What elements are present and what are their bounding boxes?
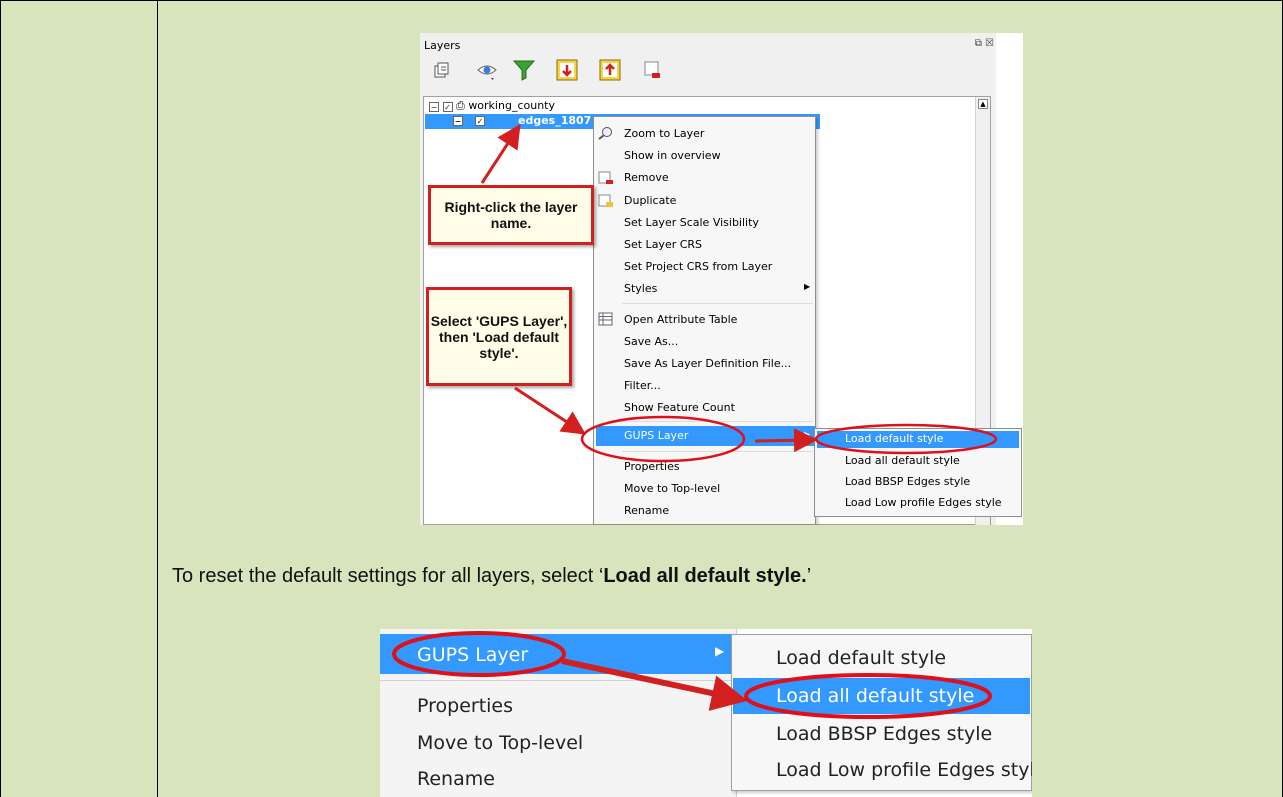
arrow-to-gups-layer (514, 386, 587, 435)
instruction-emphasis: Load all default style. (603, 565, 807, 587)
instruction-tail: ’ (806, 565, 812, 587)
ellipse-load-all-default-style (744, 673, 992, 719)
arrow-to-layer-name (480, 123, 521, 184)
annotation-overlay-2 (392, 631, 992, 719)
instruction-lead: To reset the default settings for all la… (172, 565, 604, 587)
table-left-column (1, 1, 158, 797)
arrow-to-load-all-default-style (561, 658, 748, 711)
instruction-text: To reset the default settings for all la… (172, 565, 811, 588)
annotation-overlay (480, 123, 998, 463)
arrow-to-load-default-style (754, 428, 818, 453)
layers-panel-screenshot: Layers ⧉ ☒ − ✓ ⎙ working_county − ✓ edge… (420, 33, 1023, 525)
ellipse-gups-layer (580, 415, 746, 463)
ellipse-gups-layer (392, 631, 566, 677)
ellipse-load-default-style (814, 423, 998, 455)
zoomed-menu-screenshot: GUPS Layer ▶ Properties Move to Top-leve… (380, 629, 1032, 797)
